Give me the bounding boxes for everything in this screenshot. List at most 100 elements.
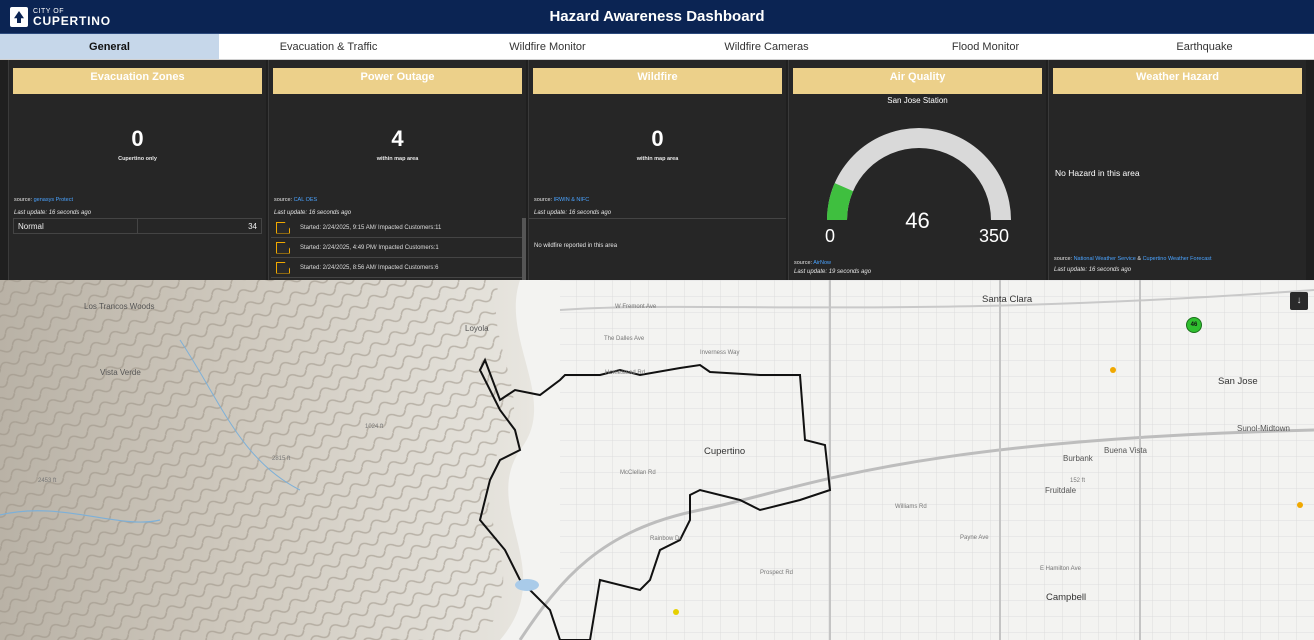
tab-wildfire-monitor[interactable]: Wildfire Monitor <box>438 34 657 59</box>
road-label: Rainbow Dr <box>650 536 682 542</box>
road-label: Prospect Rd <box>760 570 794 576</box>
summary-cards: Evacuation Zones 0 Cupertino only source… <box>0 60 1314 280</box>
source-label: source: <box>794 260 813 266</box>
road-label: W Fremont Ave <box>615 304 657 310</box>
weather-source: source: National Weather Service & Cuper… <box>1054 256 1212 262</box>
map-label: San Jose <box>1218 376 1258 387</box>
cupertino-forecast-link[interactable]: Cupertino Weather Forecast <box>1143 256 1212 262</box>
collapse-panel-button[interactable]: ↓ <box>1290 292 1308 310</box>
street-grid <box>560 280 1314 640</box>
outage-list: Started: 2/24/2025, 9:15 AM/ Impacted Cu… <box>271 218 524 278</box>
wildfire-subtitle: within map area <box>636 156 679 162</box>
outage-text: Started: 2/24/2025, 4:49 PM/ Impacted Cu… <box>300 244 439 251</box>
power-outage-card-title: Power Outage <box>273 68 522 94</box>
map-label: Burbank <box>1063 454 1093 463</box>
source-label: source: <box>274 197 293 203</box>
air-quality-source: source: AirNow <box>794 260 831 266</box>
outage-list-scrollbar[interactable] <box>522 218 526 280</box>
tab-earthquake[interactable]: Earthquake <box>1095 34 1314 59</box>
wildfire-source-link[interactable]: IRWIN & NIFC <box>554 197 590 203</box>
list-item[interactable]: Started: 2/24/2025, 9:15 AM/ Impacted Cu… <box>271 218 524 238</box>
outage-marker[interactable] <box>1110 367 1116 373</box>
source-label: source: <box>1054 256 1073 262</box>
source-label: source: <box>14 197 33 203</box>
road-label: Inverness Way <box>700 350 740 356</box>
gauge-track <box>827 128 1011 220</box>
road-label: The Dalles Ave <box>604 336 645 342</box>
source-label: source: <box>534 197 553 203</box>
tab-wildfire-cameras[interactable]: Wildfire Cameras <box>657 34 876 59</box>
weather-hazard-card-title: Weather Hazard <box>1053 68 1302 94</box>
air-quality-station: San Jose Station <box>887 96 948 105</box>
hazard-map[interactable]: Los Trancos Woods Vista Verde Loyola Cup… <box>0 280 1314 640</box>
power-outage-source-link[interactable]: CAL OES <box>294 197 318 203</box>
evacuation-subtitle: Cupertino only <box>118 156 157 162</box>
gauge-max-label: 350 <box>979 226 1010 246</box>
city-seal-icon <box>10 7 28 27</box>
evacuation-card: Evacuation Zones 0 Cupertino only source… <box>8 60 266 280</box>
page-title: Hazard Awareness Dashboard <box>549 8 765 25</box>
road-label: McClellan Rd <box>620 470 656 476</box>
tab-general[interactable]: General <box>0 34 219 59</box>
outage-marker[interactable] <box>673 609 679 615</box>
list-item[interactable]: Started: 2/24/2025, 8:56 AM/ Impacted Cu… <box>271 258 524 278</box>
map-basemap <box>0 280 1314 640</box>
app-header: CITY OF CUPERTINO Hazard Awareness Dashb… <box>0 0 1314 34</box>
outage-text: Started: 2/24/2025, 9:15 AM/ Impacted Cu… <box>300 224 442 231</box>
wildfire-message: No wildfire reported in this area <box>534 243 618 249</box>
gauge-min-label: 0 <box>825 226 836 246</box>
outage-marker[interactable] <box>1297 502 1303 508</box>
map-label: Vista Verde <box>100 368 141 377</box>
map-label: Sunol-Midtown <box>1237 424 1290 433</box>
outage-polygon-icon <box>276 241 290 254</box>
reservoir <box>515 579 539 591</box>
ampersand: & <box>1137 256 1142 262</box>
chevron-double-down-icon: ↓ <box>1296 295 1302 306</box>
wildfire-card-title: Wildfire <box>533 68 782 94</box>
road-label: Homestead Rd <box>605 370 646 376</box>
list-item[interactable]: Started: 2/24/2025, 4:49 PM/ Impacted Cu… <box>271 238 524 258</box>
map-label: Los Trancos Woods <box>84 302 155 311</box>
tab-flood-monitor[interactable]: Flood Monitor <box>876 34 1095 59</box>
map-label: Buena Vista <box>1104 446 1147 455</box>
elevation-label: 1024 ft <box>365 424 384 430</box>
weather-hazard-card: Weather Hazard No Hazard in this area so… <box>1048 60 1306 280</box>
status-value: 34 <box>137 219 261 233</box>
evacuation-last-update: Last update: 16 seconds ago <box>14 210 92 216</box>
air-quality-marker[interactable]: 46 <box>1186 317 1202 333</box>
map-label: Santa Clara <box>982 294 1033 305</box>
tab-evacuation-traffic[interactable]: Evacuation & Traffic <box>219 34 438 59</box>
power-outage-source: source: CAL OES <box>274 197 317 203</box>
map-label: Fruitdale <box>1045 486 1077 495</box>
wildfire-card: Wildfire 0 within map area source: IRWIN… <box>528 60 786 280</box>
outage-polygon-icon <box>276 261 290 274</box>
tab-bar: General Evacuation & Traffic Wildfire Mo… <box>0 34 1314 60</box>
elevation-label: 152 ft <box>1070 478 1086 484</box>
power-outage-subtitle: within map area <box>376 156 419 162</box>
power-outage-card: Power Outage 4 within map area source: C… <box>268 60 526 280</box>
road-label: Payne Ave <box>960 535 989 541</box>
city-logo[interactable]: CITY OF CUPERTINO <box>10 5 111 29</box>
evacuation-status-row[interactable]: Normal 34 <box>13 218 262 234</box>
evacuation-count: 0 <box>131 126 144 151</box>
evacuation-source: source: genasys Protect <box>14 197 73 203</box>
wildfire-source: source: IRWIN & NIFC <box>534 197 589 203</box>
weather-last-update: Last update: 16 seconds ago <box>1054 267 1132 273</box>
outage-polygon-icon <box>276 221 290 234</box>
air-quality-card-title: Air Quality <box>793 68 1042 94</box>
nws-link[interactable]: National Weather Service <box>1074 256 1136 262</box>
road-label: E Hamilton Ave <box>1040 566 1081 572</box>
power-outage-last-update: Last update: 16 seconds ago <box>274 210 352 216</box>
air-quality-card: Air Quality San Jose Station 46 0 350 so… <box>788 60 1046 280</box>
air-quality-source-link[interactable]: AirNow <box>813 260 831 266</box>
wildfire-last-update: Last update: 16 seconds ago <box>534 210 612 216</box>
logo-text: CITY OF CUPERTINO <box>33 8 111 27</box>
wildfire-count: 0 <box>651 126 664 151</box>
elevation-label: 2453 ft <box>38 478 57 484</box>
evacuation-source-link[interactable]: genasys Protect <box>34 197 73 203</box>
map-label: Campbell <box>1046 592 1087 603</box>
logo-big-text: CUPERTINO <box>33 13 111 28</box>
elevation-label: 2815 ft <box>272 456 291 462</box>
road-label: Williams Rd <box>895 504 927 510</box>
divider <box>529 218 786 219</box>
